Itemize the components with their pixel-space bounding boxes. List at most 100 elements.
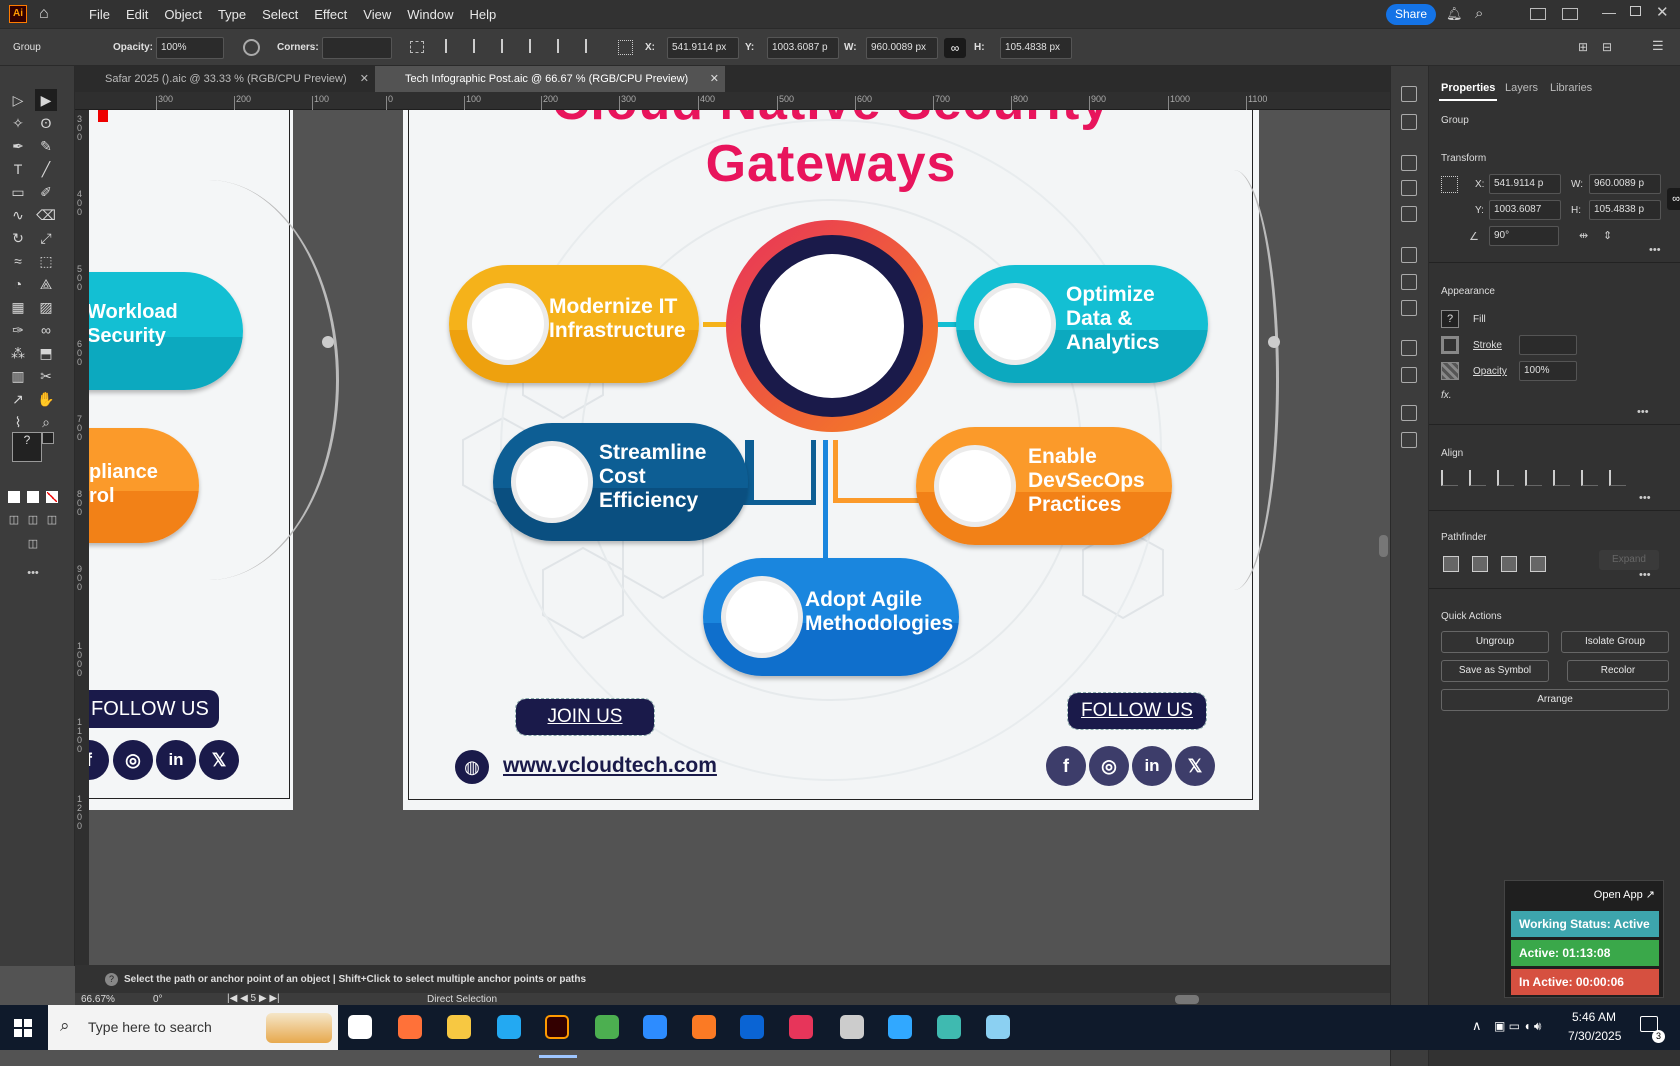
ring-handle[interactable]: [322, 336, 334, 348]
brushes-icon[interactable]: [1401, 180, 1417, 196]
paintbrush-tool-icon[interactable]: ✐: [35, 181, 57, 203]
enable-devsecops-pill[interactable]: Enable DevSecOps Practices: [916, 427, 1172, 545]
opacity-field[interactable]: 100%: [1519, 361, 1577, 381]
follow-us-badge[interactable]: FOLLOW US: [89, 690, 219, 728]
free-transform-tool-icon[interactable]: ⬚: [35, 250, 57, 272]
open-app-link[interactable]: Open App ↗: [1594, 888, 1655, 901]
arrange-docs-icon[interactable]: [1562, 8, 1578, 20]
isolate-group-button[interactable]: Isolate Group: [1561, 631, 1669, 653]
magic-wand-tool-icon[interactable]: ✧: [7, 112, 29, 134]
x-icon[interactable]: 𝕏: [199, 740, 239, 780]
artboard-nav[interactable]: |◀ ◀ 5 ▶ ▶|: [227, 993, 280, 1004]
stroke-label[interactable]: Stroke: [1473, 340, 1502, 351]
align-hcenter-icon[interactable]: [1497, 470, 1514, 486]
perspective-tool-icon[interactable]: ⟁: [35, 273, 57, 295]
creative-cloud-icon[interactable]: [789, 1015, 813, 1039]
instagram-icon[interactable]: ◎: [1089, 746, 1129, 786]
xampp-icon[interactable]: [692, 1015, 716, 1039]
gradient-icon[interactable]: [1401, 274, 1417, 290]
y-field[interactable]: 1003.6087: [1489, 200, 1561, 220]
gradient-tool-icon[interactable]: ▨: [35, 296, 57, 318]
direct-selection-tool-icon[interactable]: ▶: [35, 89, 57, 111]
symbols-icon[interactable]: [1401, 206, 1417, 222]
align-middle-icon[interactable]: [557, 39, 571, 53]
blend-tool-icon[interactable]: ∞: [35, 319, 57, 341]
align-to-icon[interactable]: [1441, 470, 1458, 486]
menu-item-help[interactable]: Help: [461, 7, 504, 22]
flip-vertical-icon[interactable]: ⇕: [1603, 229, 1612, 242]
workspace-icon[interactable]: [1530, 8, 1546, 20]
close-icon[interactable]: ✕: [1656, 3, 1669, 21]
fill-swatch[interactable]: ?: [1441, 310, 1459, 328]
linkedin-icon[interactable]: in: [156, 740, 196, 780]
color-mode-icon[interactable]: [8, 491, 20, 503]
flip-horizontal-icon[interactable]: ⇹: [1579, 229, 1588, 242]
align-top-icon[interactable]: [529, 39, 543, 53]
x-icon[interactable]: 𝕏: [1175, 746, 1215, 786]
menu-item-view[interactable]: View: [355, 7, 399, 22]
opacity-field[interactable]: 100%: [156, 37, 224, 59]
align-left-icon[interactable]: [445, 39, 459, 53]
swap-icon[interactable]: [42, 432, 54, 444]
maximize-icon[interactable]: [1630, 6, 1641, 16]
warp-tool-icon[interactable]: ≈: [7, 250, 29, 272]
symbol-sprayer-tool-icon[interactable]: ⁂: [7, 342, 29, 364]
align-bottom-icon[interactable]: [1609, 470, 1626, 486]
clock-date[interactable]: 7/30/2025: [1568, 1029, 1621, 1043]
align-bottom-icon[interactable]: [585, 39, 599, 53]
search-icon[interactable]: ⌕: [1475, 5, 1483, 22]
zoom-tool-icon[interactable]: ⌕: [35, 411, 57, 433]
photoshop-icon[interactable]: [888, 1015, 912, 1039]
stroke-icon[interactable]: [1401, 247, 1417, 263]
h-field[interactable]: 105.4838 px: [1000, 37, 1072, 59]
app-icon[interactable]: Ai: [9, 5, 27, 23]
menu-item-window[interactable]: Window: [399, 7, 461, 22]
menu-item-effect[interactable]: Effect: [306, 7, 355, 22]
join-us-button[interactable]: JOIN US: [515, 698, 655, 736]
facebook-icon[interactable]: f: [1046, 746, 1086, 786]
linkedin-icon[interactable]: in: [1132, 746, 1172, 786]
curvature-tool-icon[interactable]: ✎: [35, 135, 57, 157]
unite-icon[interactable]: [1443, 556, 1459, 572]
save-as-symbol-button[interactable]: Save as Symbol: [1441, 660, 1549, 682]
shaper-tool-icon[interactable]: ∿: [7, 204, 29, 226]
distribute-icon[interactable]: ⊟: [1602, 40, 1612, 54]
artboard-main[interactable]: Cloud Native Security Gateways Modernize…: [403, 110, 1259, 810]
artboard-tool-icon[interactable]: ⬒: [35, 342, 57, 364]
appearance-icon[interactable]: [1401, 340, 1417, 356]
streamline-cost-pill[interactable]: Streamline Cost Efficiency: [493, 423, 748, 541]
taskbar-search[interactable]: ⌕ Type here to search: [48, 1005, 338, 1050]
constrain-link-icon[interactable]: ∞: [944, 38, 966, 58]
canvas[interactable]: Workload Security pliance rol FOLLOW US …: [89, 110, 1390, 965]
draw-behind-icon[interactable]: ◫: [26, 513, 40, 527]
tab-safar[interactable]: Safar 2025 ().aic @ 33.33 % (RGB/CPU Pre…: [75, 66, 375, 92]
more-tools-icon[interactable]: •••: [26, 567, 40, 581]
vscode-icon[interactable]: [497, 1015, 521, 1039]
ungroup-button[interactable]: Ungroup: [1441, 631, 1549, 653]
opacity-label[interactable]: Opacity: [1473, 366, 1507, 377]
align-center-icon[interactable]: [473, 39, 487, 53]
recolor-button[interactable]: Recolor: [1567, 660, 1669, 682]
align-vcenter-icon[interactable]: [1581, 470, 1598, 486]
lasso-tool-icon[interactable]: ʘ: [35, 112, 57, 134]
modernize-it-pill[interactable]: Modernize IT Infrastructure: [449, 265, 699, 383]
horizontal-ruler[interactable]: 300 200 100 0 100 200 300 400 500 600 700 800 900 100…: [75, 92, 1390, 110]
slice-tool-icon[interactable]: ✂: [35, 365, 57, 387]
stroke-weight-field[interactable]: [1519, 335, 1577, 355]
x-field[interactable]: 541.9114 p: [1489, 174, 1561, 194]
type-tool-icon[interactable]: T: [7, 158, 29, 180]
h-field[interactable]: 105.4838 p: [1589, 200, 1661, 220]
fx-button[interactable]: fx.: [1441, 390, 1452, 401]
draw-normal-icon[interactable]: ◫: [7, 513, 21, 527]
shape-builder-tool-icon[interactable]: ◔: [7, 273, 29, 295]
hand-tool-icon[interactable]: ✋: [35, 388, 57, 410]
clock-time[interactable]: 5:46 AM: [1572, 1010, 1616, 1024]
artboard-number[interactable]: 5: [251, 993, 257, 1004]
expand-button[interactable]: Expand: [1599, 550, 1659, 570]
instagram-icon[interactable]: ◎: [113, 740, 153, 780]
horizontal-scrollbar[interactable]: [1175, 995, 1199, 1004]
close-tab-icon[interactable]: ✕: [710, 66, 719, 92]
pen-app-icon[interactable]: [840, 1015, 864, 1039]
facebook-icon[interactable]: f: [89, 740, 109, 780]
line-tool-icon[interactable]: ╱: [35, 158, 57, 180]
